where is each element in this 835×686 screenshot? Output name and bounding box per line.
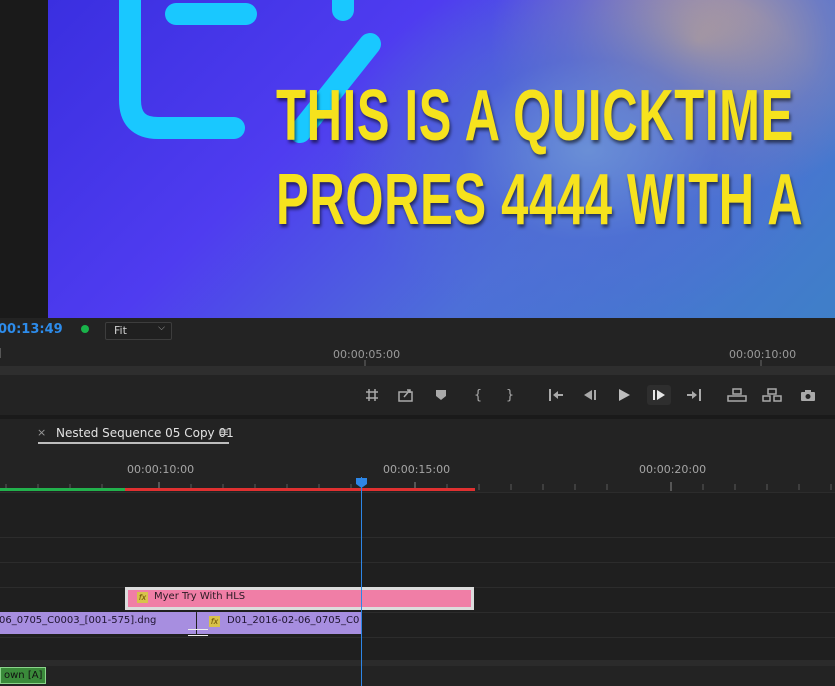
play-button[interactable] xyxy=(612,385,636,405)
zoom-fit-select[interactable]: Fit ⌵ xyxy=(105,322,172,340)
close-icon[interactable]: × xyxy=(37,426,46,439)
mark-in-button[interactable]: { xyxy=(466,385,490,405)
go-to-in-icon xyxy=(549,389,563,401)
active-tab-indicator xyxy=(38,442,229,444)
extract-button[interactable] xyxy=(760,385,784,405)
status-dot xyxy=(81,325,89,333)
timeline-ruler-tick: 00:00:15:00 xyxy=(383,463,451,476)
fx-badge: fx xyxy=(137,592,148,603)
clip-video[interactable]: 06_0705_C0003_[001-575].dng xyxy=(0,612,196,634)
render-bar-rendered xyxy=(0,488,125,491)
playhead-line[interactable] xyxy=(361,477,362,686)
video-frame[interactable]: THIS IS A QUICKTIME PRORES 4444 WITH A xyxy=(48,0,835,318)
add-marker-icon xyxy=(436,390,446,400)
step-forward-icon xyxy=(653,390,665,400)
timeline-ruler-tick: 00:00:10:00 xyxy=(127,463,195,476)
export-frame-icon xyxy=(398,389,413,402)
render-bar-unrendered xyxy=(125,488,475,491)
camera-button[interactable] xyxy=(796,385,820,405)
clip-adjustment[interactable]: fx Myer Try With HLS xyxy=(125,587,474,610)
audio-video-separator[interactable] xyxy=(0,660,835,666)
clip-name: Myer Try With HLS xyxy=(154,591,246,602)
safe-margins-icon xyxy=(366,389,378,401)
add-marker-button[interactable] xyxy=(429,385,453,405)
step-back-icon xyxy=(584,390,596,400)
chevron-down-icon: ⌵ xyxy=(158,323,165,333)
lift-icon xyxy=(727,388,747,402)
audio-clip-label[interactable]: own [A] xyxy=(0,667,47,684)
video-track[interactable] xyxy=(0,637,835,661)
panel-menu-icon[interactable]: ≡ xyxy=(219,425,229,439)
mark-out-icon: } xyxy=(505,387,515,403)
video-track[interactable] xyxy=(0,492,835,537)
safe-margins-button[interactable] xyxy=(360,385,384,405)
lift-button[interactable] xyxy=(725,385,749,405)
monitor-zoom-scrollbar[interactable] xyxy=(0,366,835,375)
clip-name: D01_2016-02-06_0705_C0 xyxy=(227,615,360,626)
clip-video[interactable]: fx D01_2016-02-06_0705_C0 xyxy=(197,612,361,634)
mark-in-icon: { xyxy=(473,387,483,403)
go-to-out-button[interactable] xyxy=(682,385,706,405)
step-back-button[interactable] xyxy=(578,385,602,405)
video-track[interactable] xyxy=(0,537,835,562)
fit-select-label: Fit xyxy=(114,324,127,337)
timeline-ruler-tick: 00:00:20:00 xyxy=(639,463,707,476)
camera-icon xyxy=(801,389,815,401)
go-to-out-icon xyxy=(687,389,701,401)
playhead-timecode[interactable]: 00:13:49 xyxy=(0,322,63,337)
mark-out-button[interactable]: } xyxy=(498,385,522,405)
extract-icon xyxy=(762,388,782,402)
export-frame-button[interactable] xyxy=(394,385,418,405)
step-forward-button[interactable] xyxy=(647,385,671,405)
fx-badge: fx xyxy=(209,616,220,627)
video-track[interactable] xyxy=(0,562,835,587)
video-title-text: THIS IS A QUICKTIME PRORES 4444 WITH A xyxy=(276,76,804,240)
play-icon xyxy=(619,389,630,401)
clip-name: 06_0705_C0003_[001-575].dng xyxy=(0,615,157,626)
edit-point-marker[interactable] xyxy=(188,629,208,636)
go-to-in-button[interactable] xyxy=(544,385,568,405)
monitor-ruler-marks xyxy=(0,348,762,366)
tab-sequence[interactable]: Nested Sequence 05 Copy 01 xyxy=(56,426,234,440)
